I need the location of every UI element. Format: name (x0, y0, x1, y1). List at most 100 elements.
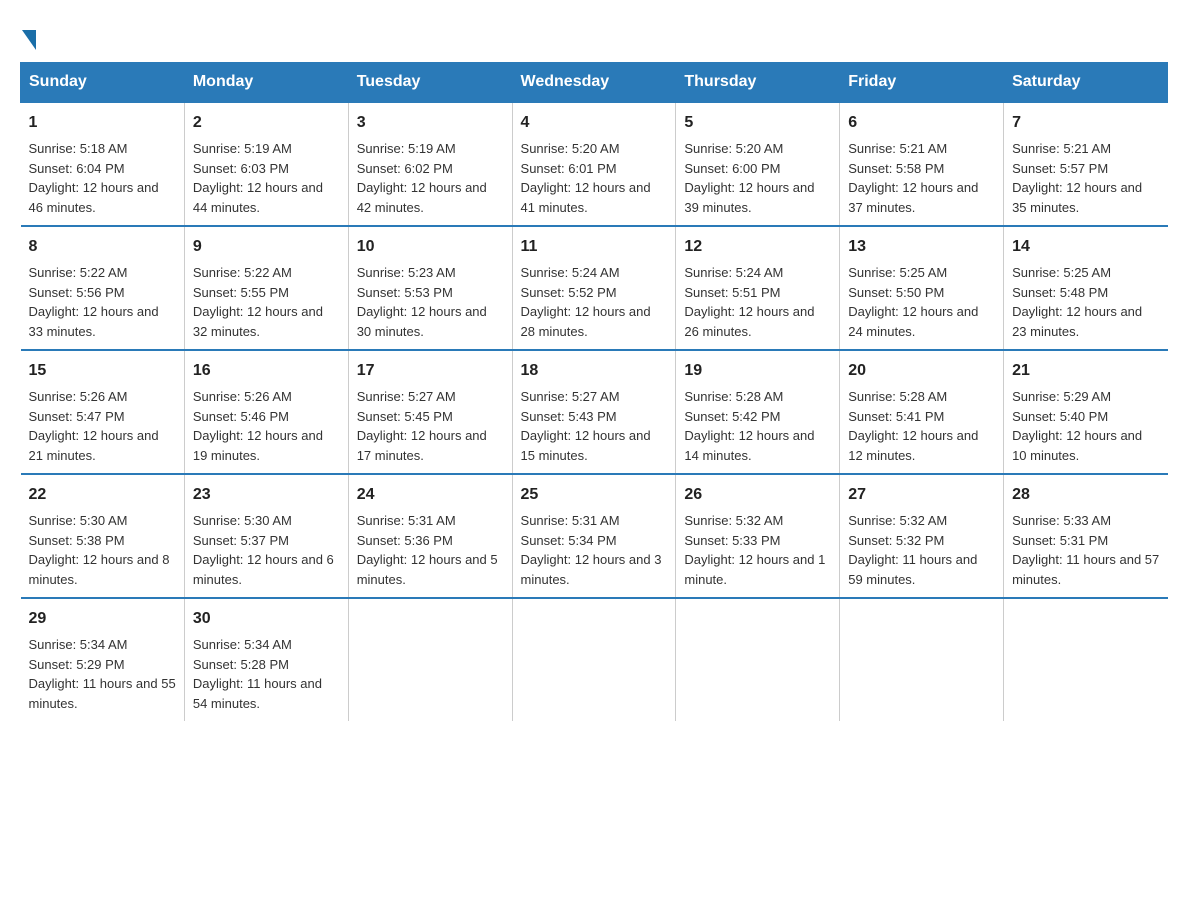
calendar-week-row: 29Sunrise: 5:34 AMSunset: 5:29 PMDayligh… (21, 598, 1168, 721)
calendar-cell-day-20: 20Sunrise: 5:28 AMSunset: 5:41 PMDayligh… (840, 350, 1004, 474)
day-number: 2 (193, 111, 340, 135)
sunrise-text: Sunrise: 5:22 AM (29, 265, 128, 280)
empty-cell (1004, 598, 1168, 721)
day-number: 22 (29, 483, 176, 507)
day-number: 23 (193, 483, 340, 507)
calendar-cell-day-26: 26Sunrise: 5:32 AMSunset: 5:33 PMDayligh… (676, 474, 840, 598)
sunset-text: Sunset: 5:33 PM (684, 533, 780, 548)
daylight-text: Daylight: 12 hours and 14 minutes. (684, 428, 814, 463)
sunset-text: Sunset: 6:02 PM (357, 161, 453, 176)
day-number: 14 (1012, 235, 1159, 259)
calendar-cell-day-27: 27Sunrise: 5:32 AMSunset: 5:32 PMDayligh… (840, 474, 1004, 598)
calendar-cell-day-2: 2Sunrise: 5:19 AMSunset: 6:03 PMDaylight… (184, 102, 348, 226)
daylight-text: Daylight: 12 hours and 6 minutes. (193, 552, 334, 587)
day-number: 24 (357, 483, 504, 507)
day-number: 3 (357, 111, 504, 135)
sunset-text: Sunset: 5:53 PM (357, 285, 453, 300)
sunset-text: Sunset: 5:47 PM (29, 409, 125, 424)
sunrise-text: Sunrise: 5:23 AM (357, 265, 456, 280)
sunset-text: Sunset: 5:32 PM (848, 533, 944, 548)
sunset-text: Sunset: 6:01 PM (521, 161, 617, 176)
sunset-text: Sunset: 5:46 PM (193, 409, 289, 424)
day-number: 16 (193, 359, 340, 383)
calendar-table: SundayMondayTuesdayWednesdayThursdayFrid… (20, 62, 1168, 721)
daylight-text: Daylight: 12 hours and 44 minutes. (193, 180, 323, 215)
sunset-text: Sunset: 6:03 PM (193, 161, 289, 176)
daylight-text: Daylight: 12 hours and 35 minutes. (1012, 180, 1142, 215)
day-number: 8 (29, 235, 176, 259)
sunrise-text: Sunrise: 5:24 AM (684, 265, 783, 280)
calendar-header-wednesday: Wednesday (512, 63, 676, 103)
empty-cell (348, 598, 512, 721)
sunset-text: Sunset: 5:43 PM (521, 409, 617, 424)
daylight-text: Daylight: 12 hours and 32 minutes. (193, 304, 323, 339)
sunrise-text: Sunrise: 5:28 AM (848, 389, 947, 404)
sunrise-text: Sunrise: 5:22 AM (193, 265, 292, 280)
sunset-text: Sunset: 5:28 PM (193, 657, 289, 672)
daylight-text: Daylight: 12 hours and 21 minutes. (29, 428, 159, 463)
daylight-text: Daylight: 12 hours and 10 minutes. (1012, 428, 1142, 463)
calendar-cell-day-10: 10 Sunrise: 5:23 AM Sunset: 5:53 PM Dayligh… (348, 226, 512, 350)
sunrise-text: Sunrise: 5:21 AM (1012, 141, 1111, 156)
day-number: 27 (848, 483, 995, 507)
daylight-text: Daylight: 12 hours and 5 minutes. (357, 552, 498, 587)
sunrise-text: Sunrise: 5:33 AM (1012, 513, 1111, 528)
sunrise-text: Sunrise: 5:28 AM (684, 389, 783, 404)
calendar-cell-day-12: 12Sunrise: 5:24 AMSunset: 5:51 PMDayligh… (676, 226, 840, 350)
sunset-text: Sunset: 5:38 PM (29, 533, 125, 548)
sunset-text: Sunset: 5:29 PM (29, 657, 125, 672)
daylight-text: Daylight: 12 hours and 33 minutes. (29, 304, 159, 339)
daylight-text: Daylight: 11 hours and 57 minutes. (1012, 552, 1159, 587)
daylight-text: Daylight: 12 hours and 37 minutes. (848, 180, 978, 215)
day-number: 30 (193, 607, 340, 631)
calendar-cell-day-5: 5Sunrise: 5:20 AMSunset: 6:00 PMDaylight… (676, 102, 840, 226)
daylight-text: Daylight: 12 hours and 3 minutes. (521, 552, 662, 587)
day-number: 26 (684, 483, 831, 507)
daylight-text: Daylight: 12 hours and 41 minutes. (521, 180, 651, 215)
calendar-cell-day-4: 4Sunrise: 5:20 AMSunset: 6:01 PMDaylight… (512, 102, 676, 226)
empty-cell (512, 598, 676, 721)
sunset-text: Sunset: 5:37 PM (193, 533, 289, 548)
sunset-text: Sunset: 5:31 PM (1012, 533, 1108, 548)
calendar-week-row: 15Sunrise: 5:26 AMSunset: 5:47 PMDayligh… (21, 350, 1168, 474)
calendar-cell-day-11: 11Sunrise: 5:24 AMSunset: 5:52 PMDayligh… (512, 226, 676, 350)
sunrise-text: Sunrise: 5:30 AM (193, 513, 292, 528)
sunset-text: Sunset: 5:36 PM (357, 533, 453, 548)
logo-triangle-icon (22, 30, 36, 50)
sunset-text: Sunset: 5:51 PM (684, 285, 780, 300)
calendar-header-saturday: Saturday (1004, 63, 1168, 103)
sunset-text: Sunset: 5:57 PM (1012, 161, 1108, 176)
calendar-cell-day-17: 17Sunrise: 5:27 AMSunset: 5:45 PMDayligh… (348, 350, 512, 474)
sunrise-text: Sunrise: 5:21 AM (848, 141, 947, 156)
sunset-text: Sunset: 5:45 PM (357, 409, 453, 424)
calendar-header-sunday: Sunday (21, 63, 185, 103)
sunrise-text: Sunrise: 5:34 AM (29, 637, 128, 652)
day-number: 1 (29, 111, 176, 135)
day-number: 13 (848, 235, 995, 259)
daylight-text: Daylight: 12 hours and 42 minutes. (357, 180, 487, 215)
daylight-text: Daylight: 12 hours and 30 minutes. (357, 304, 487, 339)
day-number: 10 (357, 235, 504, 259)
day-number: 18 (521, 359, 668, 383)
sunset-text: Sunset: 5:48 PM (1012, 285, 1108, 300)
sunrise-text: Sunrise: 5:20 AM (684, 141, 783, 156)
day-number: 4 (521, 111, 668, 135)
calendar-cell-day-23: 23 Sunrise: 5:30 AM Sunset: 5:37 PM Dayligh… (184, 474, 348, 598)
day-number: 25 (521, 483, 668, 507)
calendar-cell-day-8: 8Sunrise: 5:22 AMSunset: 5:56 PMDaylight… (21, 226, 185, 350)
day-number: 5 (684, 111, 831, 135)
calendar-header-friday: Friday (840, 63, 1004, 103)
calendar-cell-day-14: 14Sunrise: 5:25 AMSunset: 5:48 PMDayligh… (1004, 226, 1168, 350)
daylight-text: Daylight: 12 hours and 28 minutes. (521, 304, 651, 339)
calendar-header-row: SundayMondayTuesdayWednesdayThursdayFrid… (21, 63, 1168, 103)
calendar-header-tuesday: Tuesday (348, 63, 512, 103)
sunrise-text: Sunrise: 5:32 AM (848, 513, 947, 528)
sunrise-text: Sunrise: 5:25 AM (1012, 265, 1111, 280)
sunrise-text: Sunrise: 5:27 AM (521, 389, 620, 404)
daylight-text: Daylight: 12 hours and 15 minutes. (521, 428, 651, 463)
sunrise-text: Sunrise: 5:18 AM (29, 141, 128, 156)
day-number: 29 (29, 607, 176, 631)
calendar-cell-day-7: 7Sunrise: 5:21 AMSunset: 5:57 PMDaylight… (1004, 102, 1168, 226)
sunrise-text: Sunrise: 5:26 AM (29, 389, 128, 404)
day-number: 28 (1012, 483, 1159, 507)
